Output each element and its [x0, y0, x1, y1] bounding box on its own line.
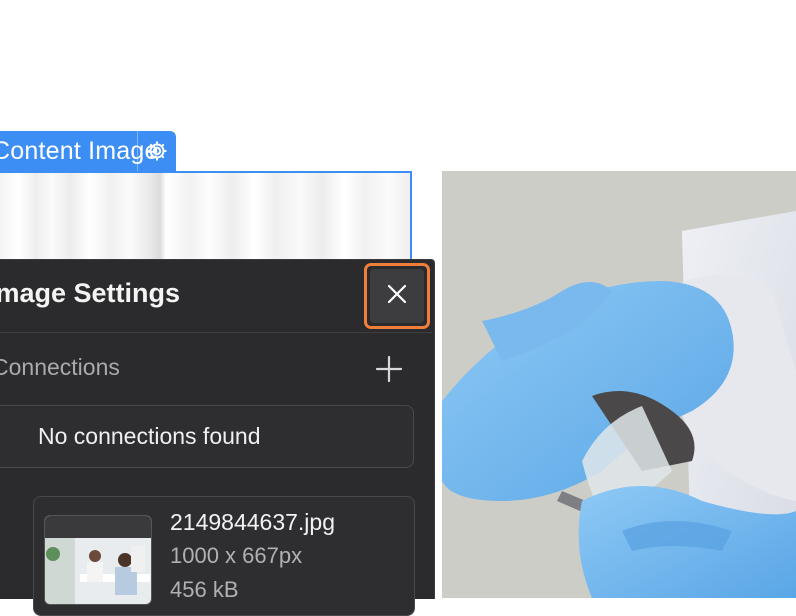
close-icon [386, 283, 408, 310]
gear-icon[interactable] [137, 131, 176, 171]
panel-divider [0, 332, 432, 333]
connections-section-title: Connections [0, 354, 120, 380]
selected-content-image[interactable] [0, 171, 412, 266]
file-dimensions: 1000 x 667px [170, 543, 303, 568]
file-size: 456 kB [170, 577, 239, 602]
gloved-hands-photo[interactable] [442, 171, 796, 598]
image-thumbnail [44, 515, 152, 605]
panel-title: Image Settings [0, 278, 181, 308]
empty-message: No connections found [38, 423, 261, 449]
close-button[interactable] [364, 263, 430, 329]
file-name: 2149844637.jpg [170, 509, 335, 535]
canvas-background [0, 0, 796, 130]
plus-icon[interactable] [374, 354, 404, 384]
connections-empty-state: No connections found [0, 405, 414, 468]
image-settings-panel: Image Settings Connections No connection… [0, 259, 435, 616]
selected-element-tag[interactable]: Content Image [0, 131, 176, 171]
image-file-card[interactable]: 2149844637.jpg 1000 x 667px 456 kB [33, 496, 415, 616]
element-tag-label: Content Image [0, 136, 159, 165]
